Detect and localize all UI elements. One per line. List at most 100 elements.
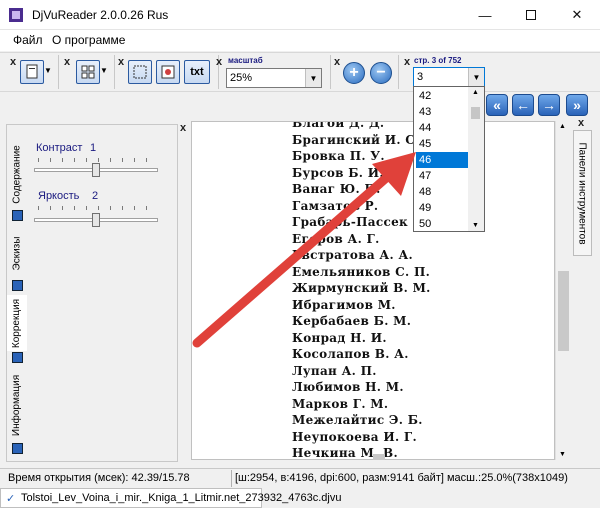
scroll-thumb[interactable] [558, 271, 569, 351]
scroll-up-icon[interactable]: ▲ [559, 123, 566, 130]
toolbar-close-icon[interactable]: x [118, 56, 124, 68]
scroll-down-icon[interactable]: ▼ [559, 451, 566, 458]
last-page-button[interactable]: » [566, 94, 588, 116]
contrast-value: 1 [90, 142, 97, 154]
toolbar-separator [398, 55, 399, 89]
correction-icon [12, 352, 23, 363]
document-text-line: Емельяников С. П. [292, 264, 431, 279]
selection-icon [133, 65, 147, 79]
document-view[interactable]: Благой Д. Д. Брагинский И. С. Бровка П. У.… [191, 121, 555, 460]
tab-thumbnails[interactable]: Эскизы [7, 228, 27, 278]
scroll-thumb[interactable] [471, 107, 480, 119]
select-button[interactable] [128, 60, 152, 84]
check-icon: ✓ [6, 493, 16, 505]
tab-correction[interactable]: Коррекция [7, 295, 27, 351]
menu-about[interactable]: О программе [52, 33, 125, 47]
tools-panel-tab[interactable]: Панели инструментов [573, 130, 592, 256]
open-file-dropdown-icon[interactable]: ▼ [44, 66, 52, 75]
brightness-slider-thumb[interactable] [92, 213, 100, 227]
toolbar-close-icon[interactable]: x [64, 56, 70, 68]
grid-icon [81, 65, 95, 79]
page-label: стр. 3 of 752 [414, 56, 462, 65]
toolbar-separator [330, 55, 331, 89]
layout-button[interactable] [76, 60, 100, 84]
zoom-combo[interactable]: 25% ▼ [226, 68, 322, 88]
document-text-line: Кербабаев Б. М. [292, 314, 412, 328]
tools-panel-close-icon[interactable]: x [578, 117, 584, 129]
prev-page-button[interactable]: ← [512, 94, 534, 116]
text-button[interactable]: txt [184, 60, 210, 84]
zoom-out-button[interactable]: − [370, 62, 392, 84]
toolbar-close-icon[interactable]: x [10, 56, 16, 68]
document-text-line: Марков Г. М. [292, 396, 389, 411]
brightness-slider[interactable] [34, 206, 158, 230]
document-text-line: Евстратова А. А. [292, 248, 414, 262]
page-option[interactable]: 44 [416, 120, 470, 136]
document-text-line: Егоров А. Г. [292, 231, 380, 246]
toolbar-separator [114, 55, 115, 89]
contrast-slider-thumb[interactable] [92, 163, 100, 177]
page-option[interactable]: 49 [416, 200, 470, 216]
document-icon [26, 64, 38, 79]
maximize-button[interactable] [508, 0, 554, 30]
page-option[interactable]: 50 [416, 216, 470, 232]
page-value: 3 [417, 71, 424, 83]
zoom-label: масштаб [228, 56, 263, 65]
tab-information[interactable]: Информация [7, 370, 27, 440]
toolbar-separator [58, 55, 59, 89]
zoom-value: 25% [230, 72, 253, 84]
status-bar: Время открытия (мсек): 42.39/15.78 [ш:29… [0, 468, 600, 488]
thumbnails-icon [12, 280, 23, 291]
page-option[interactable]: 42 [416, 88, 470, 104]
minimize-icon: — [478, 7, 492, 23]
close-icon: ✕ [571, 7, 583, 22]
hscroll-thumb[interactable] [373, 454, 385, 460]
document-text-line: Любимов Н. М. [292, 380, 404, 394]
next-page-button[interactable]: → [538, 94, 560, 116]
brightness-value: 2 [92, 190, 99, 202]
contrast-slider[interactable] [34, 158, 158, 182]
zoom-in-button[interactable]: + [343, 62, 365, 84]
toolbar-close-icon[interactable]: x [334, 56, 340, 68]
scroll-down-icon[interactable]: ▼ [472, 222, 479, 229]
page-option[interactable]: 43 [416, 104, 470, 120]
information-icon [12, 443, 23, 454]
close-button[interactable]: ✕ [554, 0, 600, 30]
document-text-line: Неупокоева И. Г. [292, 429, 417, 444]
window-title: DjVuReader 2.0.0.26 Rus [32, 8, 169, 22]
document-text-line: Косолапов В. А. [292, 347, 409, 361]
page-option[interactable]: 45 [416, 136, 470, 152]
document-text-line: Гамзатов Р. [292, 198, 379, 213]
left-panel-close-icon[interactable]: x [180, 122, 186, 134]
document-info-text: [ш:2954, в:4196, dpi:600, разм:9141 байт… [235, 472, 568, 484]
open-time-text: Время открытия (мсек): 42.39/15.78 [8, 472, 190, 484]
document-text-line: Жирмунский В. М. [292, 281, 431, 295]
file-tab[interactable]: ✓ Tolstoi_Lev_Voina_i_mir._Kniga_1_Litmi… [0, 488, 341, 508]
image-icon [161, 65, 175, 79]
document-scrollbar[interactable]: ▲ ▼ [555, 121, 570, 460]
page-dropdown-list[interactable]: 42 43 44 45 46 47 48 49 50 51 ▲ ▼ [413, 86, 485, 232]
contrast-label: Контраст [36, 142, 83, 154]
open-file-button[interactable] [20, 60, 44, 84]
page-combo[interactable]: 3 ▼ [413, 67, 485, 87]
page-option[interactable]: 48 [416, 184, 470, 200]
app-icon [9, 8, 23, 22]
menu-file[interactable]: Файл [13, 33, 43, 47]
slider-ticks [38, 206, 154, 210]
minimize-button[interactable]: — [462, 0, 508, 30]
chevron-down-icon[interactable]: ▼ [468, 68, 484, 86]
tab-contents[interactable]: Содержание [7, 138, 27, 210]
chevron-down-icon[interactable]: ▼ [305, 69, 321, 87]
image-button[interactable] [156, 60, 180, 84]
page-option[interactable]: 47 [416, 168, 470, 184]
dropdown-scrollbar[interactable]: ▲ ▼ [468, 87, 484, 231]
first-page-button[interactable]: « [486, 94, 508, 116]
toolbar-close-icon[interactable]: x [216, 56, 222, 68]
scroll-up-icon[interactable]: ▲ [472, 89, 479, 96]
page-option-selected[interactable]: 46 [416, 152, 470, 168]
toolbar-close-icon[interactable]: x [404, 56, 410, 68]
layout-dropdown-icon[interactable]: ▼ [100, 66, 108, 75]
document-text-line: Благой Д. Д. [292, 121, 385, 130]
vertical-tabs: Содержание Эскизы Коррекция Информация [7, 130, 27, 460]
status-divider [231, 470, 232, 487]
